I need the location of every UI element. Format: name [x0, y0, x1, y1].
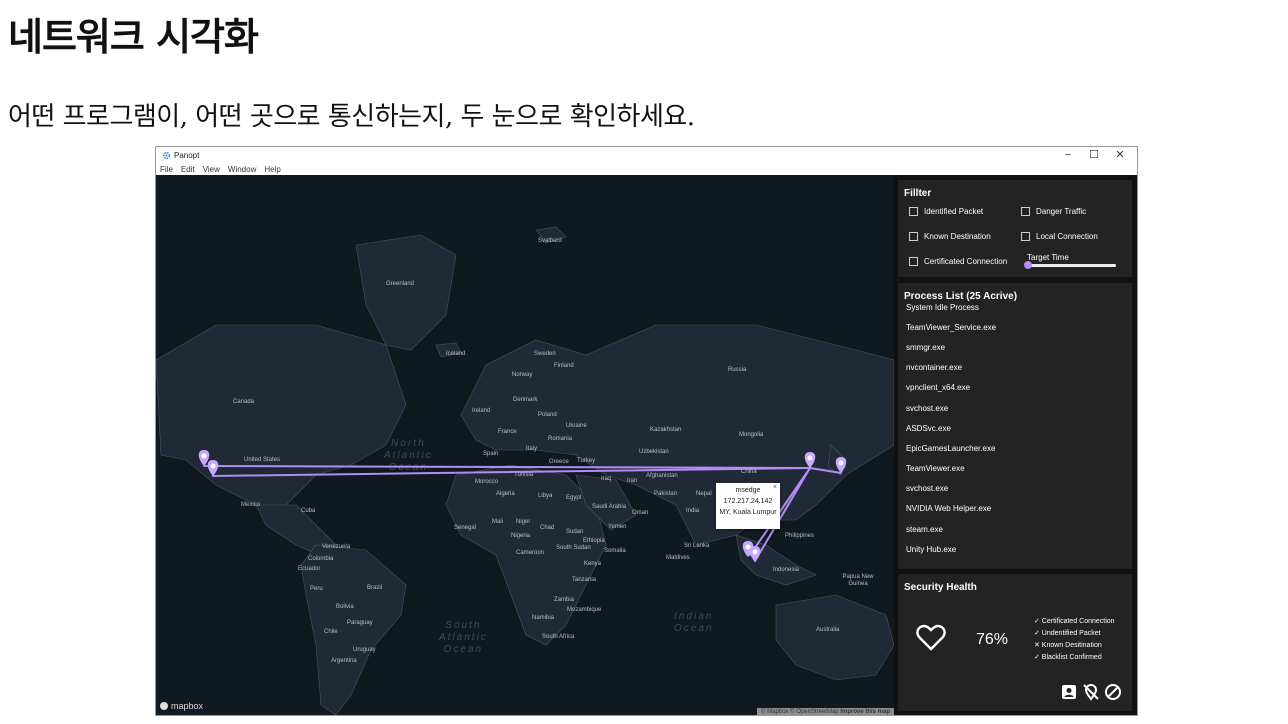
- app-window: Panopt − ☐ ✕ File Edit View Window Help: [155, 146, 1138, 716]
- process-item[interactable]: svchost.exe: [906, 404, 948, 413]
- checkbox[interactable]: [909, 232, 918, 241]
- mapbox-logo-icon: [160, 702, 168, 710]
- connection-line[interactable]: [212, 467, 811, 477]
- security-health-panel: Security Health 76% ✓ Certificated Conne…: [898, 574, 1132, 711]
- connection-line[interactable]: [203, 465, 811, 469]
- title-bar: Panopt − ☐ ✕: [156, 147, 1137, 163]
- health-score: 76%: [976, 631, 1009, 648]
- popup-close-button[interactable]: ×: [773, 484, 777, 491]
- filter-local-connection[interactable]: Local Connection: [1021, 232, 1098, 241]
- popup-location: MY, Kuala Lumpur: [719, 509, 777, 516]
- filter-danger-traffic[interactable]: Danger Traffic: [1021, 207, 1086, 216]
- process-item[interactable]: steam.exe: [906, 525, 943, 534]
- popup-ip: 172.217.24.142: [723, 498, 773, 505]
- checkbox-label: Identified Packet: [924, 207, 984, 216]
- health-check-item: ✕ Known Desitination: [1034, 642, 1102, 649]
- security-health-title: Security Health: [904, 582, 977, 593]
- close-button[interactable]: ✕: [1107, 147, 1133, 163]
- filter-panel: Fillter Identified Packet Danger Traffic…: [898, 180, 1132, 277]
- process-item[interactable]: TeamViewer_Service.exe: [906, 323, 996, 332]
- minimize-button[interactable]: −: [1055, 147, 1081, 163]
- process-item[interactable]: Unity Hub.exe: [906, 545, 956, 554]
- popup-process: msedge: [735, 487, 761, 494]
- process-item[interactable]: EpicGamesLauncher.exe: [906, 444, 995, 453]
- health-check-item: ✓ Certificated Connection: [1034, 618, 1115, 625]
- health-check-item: ✓ Undentified Packet: [1034, 630, 1101, 637]
- app-gear-icon: [162, 151, 171, 159]
- map-pin-icon[interactable]: [749, 546, 761, 562]
- map-pin-icon[interactable]: [198, 450, 210, 466]
- checkbox-label: Danger Traffic: [1036, 207, 1087, 216]
- filter-known-destination[interactable]: Known Destination: [909, 232, 991, 241]
- world-map[interactable]: Svalbard Greenland Iceland Sweden Finlan…: [156, 175, 894, 715]
- checkbox-label: Known Destination: [924, 232, 991, 241]
- filter-certificated-connection[interactable]: Certificated Connection: [909, 257, 1007, 266]
- checkbox-label: Local Connection: [1036, 232, 1098, 241]
- process-item[interactable]: TeamViewer.exe: [906, 464, 965, 473]
- process-item[interactable]: NVIDIA Web Helper.exe: [906, 504, 991, 513]
- process-list-title: Process List (25 Acrive): [904, 291, 1018, 302]
- target-time-label: Target Time: [1027, 253, 1069, 262]
- map-pin-icon[interactable]: [804, 452, 816, 468]
- contact-card-icon[interactable]: [1060, 683, 1078, 701]
- checkbox[interactable]: [909, 257, 918, 266]
- side-panel: Fillter Identified Packet Danger Traffic…: [894, 175, 1137, 715]
- attribution-text[interactable]: © Mapbox © OpenStreetMap: [761, 709, 839, 715]
- filter-title: Fillter: [904, 188, 932, 199]
- connection-overlay: [198, 450, 847, 562]
- app-content: Svalbard Greenland Iceland Sweden Finlan…: [156, 175, 1137, 715]
- menu-window[interactable]: Window: [228, 165, 256, 174]
- process-item[interactable]: smmgr.exe: [906, 343, 945, 352]
- connection-line[interactable]: [809, 467, 842, 474]
- menu-bar: File Edit View Window Help: [156, 163, 1137, 175]
- menu-file[interactable]: File: [160, 165, 173, 174]
- menu-edit[interactable]: Edit: [181, 165, 195, 174]
- mapbox-logo-text: mapbox: [171, 701, 204, 711]
- mapbox-logo[interactable]: mapbox: [160, 701, 203, 711]
- process-item[interactable]: svchost.exe: [906, 484, 948, 493]
- map-pin-icon[interactable]: [207, 460, 219, 476]
- checkbox-label: Certificated Connection: [924, 257, 1008, 266]
- slide-title: 네트워크 시각화: [8, 14, 259, 59]
- location-off-icon[interactable]: [1082, 683, 1100, 701]
- connection-popup[interactable]: × msedge 172.217.24.142 MY, Kuala Lumpur: [716, 483, 780, 529]
- improve-map-link[interactable]: Improve this map: [840, 709, 890, 715]
- maximize-button[interactable]: ☐: [1081, 147, 1107, 163]
- target-time-slider[interactable]: [1024, 261, 1116, 269]
- process-item[interactable]: System Idle Process: [906, 303, 979, 312]
- map-attribution: © Mapbox © OpenStreetMap Improve this ma…: [757, 708, 894, 715]
- process-list-panel: Process List (25 Acrive) System Idle Pro…: [898, 283, 1132, 569]
- checkbox[interactable]: [1021, 232, 1030, 241]
- menu-help[interactable]: Help: [264, 165, 280, 174]
- heart-icon: [916, 624, 946, 651]
- process-item[interactable]: vpnclient_x64.exe: [906, 383, 970, 392]
- menu-view[interactable]: View: [203, 165, 220, 174]
- checkbox[interactable]: [909, 207, 918, 216]
- window-title: Panopt: [174, 150, 200, 160]
- filter-identified-packet[interactable]: Identified Packet: [909, 207, 983, 216]
- process-item[interactable]: nvcontainer.exe: [906, 363, 962, 372]
- block-icon[interactable]: [1104, 683, 1122, 701]
- map-pin-icon[interactable]: [835, 457, 847, 473]
- slider-thumb[interactable]: [1024, 261, 1032, 269]
- health-check-item: ✓ Blacklist Confirmed: [1034, 654, 1102, 661]
- checkbox[interactable]: [1021, 207, 1030, 216]
- slide-subtitle: 어떤 프로그램이, 어떤 곳으로 통신하는지, 두 눈으로 확인하세요.: [8, 102, 695, 132]
- process-item[interactable]: ASDSvc.exe: [906, 424, 951, 433]
